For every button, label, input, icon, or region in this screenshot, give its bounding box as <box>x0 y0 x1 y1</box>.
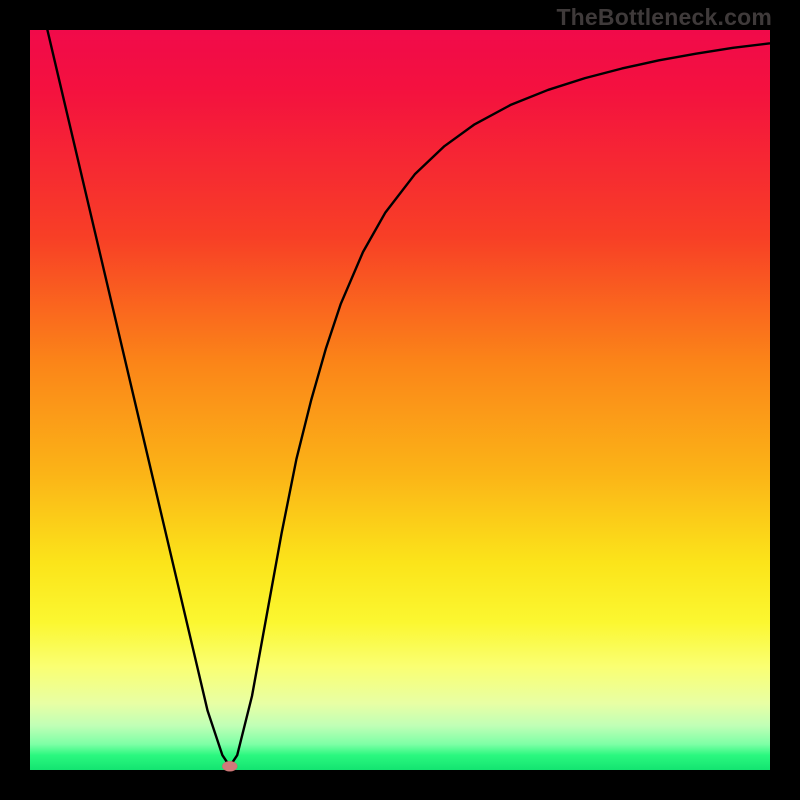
watermark-label: TheBottleneck.com <box>556 4 772 31</box>
optimal-point-marker <box>222 761 237 771</box>
plot-area <box>30 30 770 770</box>
bottleneck-curve <box>30 0 770 766</box>
curve-svg <box>30 30 770 770</box>
chart-frame: TheBottleneck.com <box>0 0 800 800</box>
